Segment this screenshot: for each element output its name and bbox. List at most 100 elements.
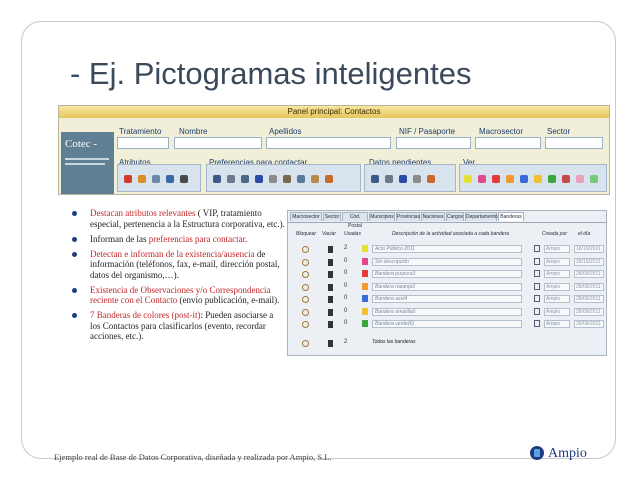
flag-icon [362, 282, 368, 290]
trash-icon[interactable] [328, 246, 333, 253]
created-by-field: Ampio [544, 270, 570, 278]
edit-icon[interactable] [534, 245, 540, 252]
building-icon [297, 175, 305, 183]
camera-icon [180, 175, 188, 183]
flag-yellow-icon[interactable] [464, 175, 472, 183]
lock-icon[interactable] [302, 339, 309, 347]
tab-cargos[interactable]: Cargos [446, 212, 464, 221]
table-row-total: 2 Todas las banderas [292, 339, 604, 349]
label-apellidos: Apellidos [269, 127, 302, 136]
trash-icon[interactable] [328, 321, 333, 328]
tab-c-d-postal[interactable]: Cód. Postal [342, 212, 368, 229]
date-field: 28/09/2011 [574, 282, 604, 291]
trash-icon[interactable] [328, 271, 333, 278]
header-vaciar: Vaciar [322, 231, 336, 237]
nombre-field[interactable] [174, 137, 262, 149]
description-field[interactable]: Sin descripción [372, 257, 522, 266]
bullet-icon [72, 251, 77, 257]
list-item: Detectan e informan de la existencia/aus… [70, 249, 285, 281]
tab-banderas[interactable]: Banderas [498, 212, 524, 221]
slide-title: - Ej. Pictogramas inteligentes [70, 56, 472, 91]
trash-icon[interactable] [328, 339, 333, 347]
mobile-icon [227, 175, 235, 183]
description-field[interactable]: Acto Público 2011 [372, 245, 522, 253]
tab-provincias[interactable]: Provincias [396, 212, 420, 221]
description-field[interactable]: Bandera amarilla5 [372, 307, 522, 316]
flag-icon [362, 320, 368, 327]
description-field[interactable]: Bandera púrpura3 [372, 270, 522, 278]
created-by-field: Ampio [544, 295, 570, 303]
macrosector-field[interactable] [475, 137, 541, 149]
flag-icon[interactable] [576, 175, 584, 183]
search-icon [152, 175, 160, 183]
edit-icon[interactable] [534, 257, 540, 265]
flag-pink-icon[interactable] [478, 175, 486, 183]
table-row: 0 Sin descripción Ampio 28/10/2011 [292, 257, 604, 268]
flag-amber-icon[interactable] [534, 175, 542, 183]
tab-sector[interactable]: Sector [323, 212, 341, 221]
flag-green-icon[interactable] [548, 175, 556, 183]
header-bloquear: Bloquear [296, 231, 317, 237]
tratamiento-field[interactable] [117, 137, 169, 149]
table-row: 0 Bandera naranja3 Ampio 28/09/2011 [292, 282, 604, 293]
header-usadas: Usadas [344, 231, 361, 237]
tab-macrosector[interactable]: Macrosector [290, 212, 322, 221]
flag-red-icon[interactable] [492, 175, 500, 183]
tab-municipios[interactable]: Municipios [369, 212, 395, 221]
description-field[interactable]: Bandera azul4 [372, 295, 522, 303]
lock-icon[interactable] [302, 258, 309, 266]
edit-icon[interactable] [534, 307, 540, 315]
lock-icon[interactable] [302, 246, 309, 253]
nif-field[interactable] [396, 137, 471, 149]
highlight-text: 7 Banderas de colores (post-it) [90, 310, 201, 320]
trash-icon[interactable] [328, 308, 333, 316]
ver-section [459, 164, 607, 192]
atributos-section [117, 164, 201, 192]
label-nombre: Nombre [179, 127, 208, 136]
table-row: 0 Bandera verde(6) Ampio 28/09/2011 [292, 320, 604, 330]
body-text: . [245, 233, 248, 244]
usage-count: 0 [344, 282, 348, 289]
lock-icon[interactable] [302, 321, 309, 328]
edit-icon[interactable] [534, 270, 540, 277]
flag-icon[interactable] [562, 175, 570, 183]
flag-icon [362, 270, 368, 277]
edit-icon[interactable] [534, 295, 540, 302]
logo-text: Cotec - [65, 138, 98, 150]
edit-icon[interactable] [534, 320, 540, 327]
all-flags-label: Todas las banderas [372, 338, 416, 345]
lock-icon[interactable] [302, 271, 309, 278]
date-field: 28/09/2011 [574, 307, 604, 316]
lock-icon[interactable] [302, 296, 309, 303]
contacts-panel: Panel principal: Contactos Cotec - Trata… [58, 105, 610, 195]
flag-orange-icon[interactable] [506, 175, 514, 183]
apellidos-field[interactable] [266, 137, 391, 149]
trash-icon[interactable] [328, 296, 333, 303]
at-icon [255, 175, 263, 183]
lock-icon[interactable] [302, 283, 309, 291]
label-macrosector: Macrosector [479, 127, 524, 136]
lock-icon[interactable] [302, 308, 309, 316]
usage-count: 0 [344, 320, 348, 326]
description-field[interactable]: Bandera verde(6) [372, 320, 522, 328]
panel-title: Panel principal: Contactos [59, 106, 609, 118]
created-by-field: Ampio [544, 245, 570, 253]
brand-name: Ampio [548, 446, 587, 461]
tab-departamentos[interactable]: Departamentos [465, 212, 500, 221]
list-item: 7 Banderas de colores (post-it): Pueden … [70, 310, 285, 342]
tab-naciones[interactable]: Naciones [421, 212, 445, 221]
flag-blue-icon[interactable] [520, 175, 528, 183]
description-field[interactable]: Bandera naranja3 [372, 282, 522, 291]
body-text: (envío publicación, e-mail). [177, 295, 280, 305]
phone-icon [371, 175, 379, 183]
edit-icon[interactable] [534, 282, 540, 290]
trash-icon[interactable] [328, 283, 333, 291]
flag-icon[interactable] [590, 175, 598, 183]
header-descripcion: Descripción de la actividad asociada a c… [392, 231, 510, 237]
bullet-icon [72, 236, 77, 242]
phone-icon [213, 175, 221, 183]
date-field: 18/10/2011 [574, 245, 604, 253]
sector-field[interactable] [545, 137, 603, 149]
vip-icon [124, 175, 132, 183]
trash-icon[interactable] [328, 258, 333, 266]
